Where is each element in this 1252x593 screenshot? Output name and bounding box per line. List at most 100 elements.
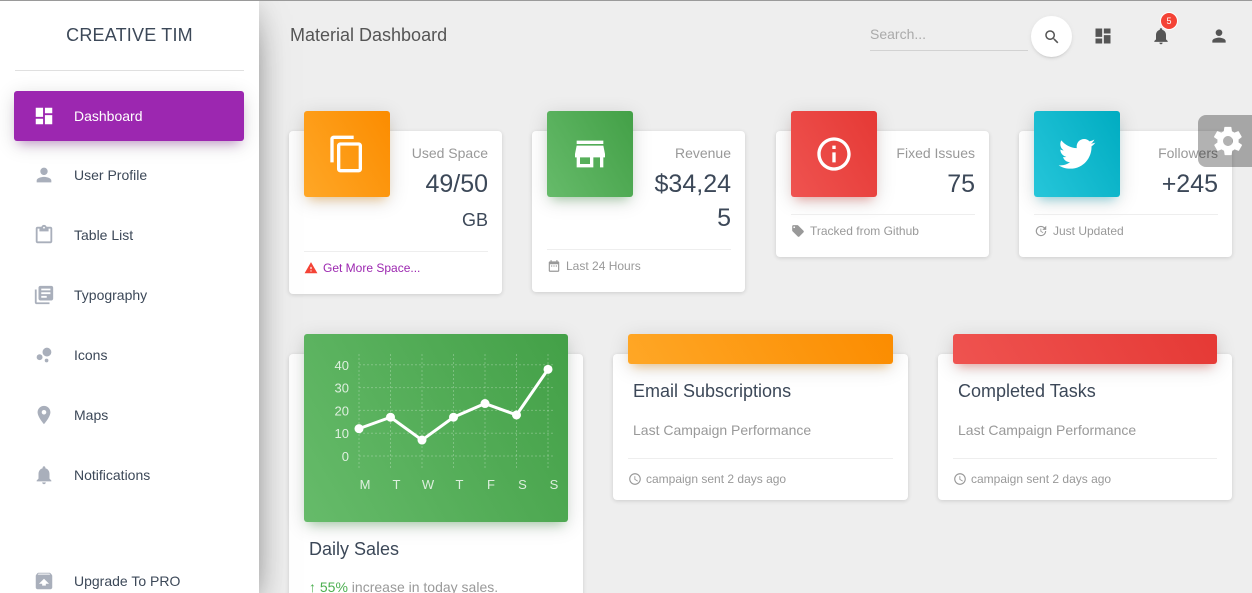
content-copy-icon — [330, 135, 362, 173]
stat-card-revenue: Revenue $34,245 Last 24 Hours — [532, 111, 745, 292]
card-footer-text: campaign sent 2 days ago — [971, 472, 1112, 486]
data-point — [354, 424, 364, 434]
stat-icon-box — [547, 111, 633, 197]
dashboard-icon — [14, 105, 74, 127]
sidebar-item-label: Notifications — [74, 467, 151, 483]
location-pin-icon — [14, 404, 74, 426]
sidebar-item-label: Typography — [74, 287, 148, 303]
card-footer: campaign sent 2 days ago — [628, 458, 893, 486]
sidebar-item-maps[interactable]: Maps — [14, 390, 244, 440]
sales-text: increase in today sales. — [347, 579, 499, 593]
y-tick-label: 30 — [335, 381, 349, 396]
library-books-icon — [14, 284, 74, 306]
y-tick-label: 40 — [335, 358, 349, 373]
data-point — [449, 412, 458, 422]
arrow-up-icon: ↑ — [309, 579, 316, 593]
stat-footer: Just Updated — [1034, 214, 1218, 238]
stat-icon-box — [304, 111, 390, 197]
stat-icon-box — [1034, 111, 1120, 197]
stat-card-used-space: Used Space 49/50 GB Get More Space... — [289, 111, 502, 294]
tasks-card-header — [953, 334, 1217, 364]
window-top-border — [0, 0, 1252, 1]
stat-icon-box — [791, 111, 877, 197]
sidebar-item-label: Dashboard — [74, 108, 143, 124]
search-button[interactable] — [1031, 16, 1072, 57]
sidebar-item-upgrade-pro[interactable]: Upgrade To PRO — [14, 556, 244, 593]
x-tick-label: F — [487, 477, 495, 492]
clipboard-icon — [14, 224, 74, 246]
header-account-button[interactable] — [1208, 25, 1230, 47]
data-point — [417, 435, 427, 445]
brand-logo-text[interactable]: CREATIVE TIM — [0, 0, 259, 71]
stat-footer-text: Tracked from Github — [810, 224, 919, 238]
y-tick-label: 0 — [342, 449, 349, 464]
access-time-icon — [954, 473, 966, 485]
stat-value: $34,245 — [654, 170, 731, 232]
card-footer-text: campaign sent 2 days ago — [646, 472, 787, 486]
card-title: Daily Sales — [309, 539, 400, 559]
card-title: Completed Tasks — [958, 381, 1096, 401]
stat-category: Revenue — [674, 145, 731, 161]
notification-count-badge: 5 — [1160, 12, 1178, 30]
card-category: Last Campaign Performance — [633, 422, 812, 438]
dashboard-icon — [1095, 28, 1111, 44]
x-tick-label: T — [393, 477, 401, 492]
settings-plugin-button[interactable] — [1198, 115, 1252, 167]
unarchive-icon — [14, 570, 74, 592]
sales-percent: 55% — [319, 579, 348, 593]
info-icon — [817, 137, 851, 171]
stat-footer-text: Last 24 Hours — [566, 259, 641, 273]
sidebar-item-user-profile[interactable]: User Profile — [14, 150, 244, 200]
x-tick-label: S — [518, 477, 527, 492]
x-tick-label: S — [550, 477, 559, 492]
sidebar-item-dashboard[interactable]: Dashboard — [14, 91, 244, 141]
bell-icon — [14, 464, 74, 486]
header-dashboard-button[interactable] — [1092, 25, 1114, 47]
sidebar-item-notifications[interactable]: Notifications — [14, 450, 244, 500]
warning-icon — [304, 262, 318, 274]
person-icon — [1212, 29, 1226, 43]
sidebar-item-label: User Profile — [74, 167, 148, 183]
search-input[interactable] — [870, 19, 1028, 49]
data-point — [512, 410, 521, 420]
stat-footer: Get More Space... — [304, 251, 488, 275]
update-icon — [1035, 225, 1047, 237]
stat-category: Fixed Issues — [896, 145, 975, 161]
get-more-space-link[interactable]: Get More Space... — [323, 261, 420, 275]
gear-icon — [1214, 126, 1242, 156]
page-title[interactable]: Material Dashboard — [290, 25, 447, 46]
card-footer: campaign sent 2 days ago — [953, 458, 1217, 486]
sidebar: CREATIVE TIM Dashboard User Profile Tabl… — [0, 0, 259, 593]
stat-value: +245 — [1161, 170, 1218, 198]
brand-divider — [15, 70, 244, 71]
email-card-header — [628, 334, 893, 364]
sidebar-item-label: Table List — [74, 227, 134, 243]
stat-value-number: 49/50 — [425, 170, 488, 198]
card-category: Last Campaign Performance — [958, 422, 1137, 438]
y-tick-label: 10 — [335, 426, 349, 441]
x-tick-label: T — [456, 477, 464, 492]
data-point — [386, 412, 395, 422]
daily-sales-chart: 0 10 20 30 40 M T W T F S S — [304, 334, 568, 522]
sidebar-item-table-list[interactable]: Table List — [14, 210, 244, 260]
stat-value: 75 — [947, 170, 975, 198]
date-range-icon — [548, 260, 560, 272]
person-icon — [14, 164, 74, 186]
stat-value-unit: GB — [461, 210, 488, 230]
stat-footer: Tracked from Github — [791, 214, 975, 238]
store-icon — [575, 140, 605, 168]
search-icon — [1044, 29, 1058, 43]
sidebar-item-typography[interactable]: Typography — [14, 270, 244, 320]
sidebar-item-label: Icons — [74, 347, 108, 363]
stat-value: 49/50 GB — [398, 167, 488, 237]
y-tick-label: 20 — [335, 403, 349, 418]
sidebar-item-label: Maps — [74, 407, 109, 423]
sidebar-item-label: Upgrade To PRO — [74, 573, 181, 589]
stat-footer-text: Just Updated — [1053, 224, 1124, 238]
email-subscriptions-card: Email Subscriptions Last Campaign Perfor… — [613, 354, 908, 500]
completed-tasks-card: Completed Tasks Last Campaign Performanc… — [938, 354, 1232, 500]
card-title: Email Subscriptions — [633, 381, 792, 401]
sidebar-item-icons[interactable]: Icons — [14, 330, 244, 380]
line-chart-svg: 0 10 20 30 40 M T W T F S S — [335, 354, 559, 492]
local-offer-icon — [792, 225, 804, 237]
